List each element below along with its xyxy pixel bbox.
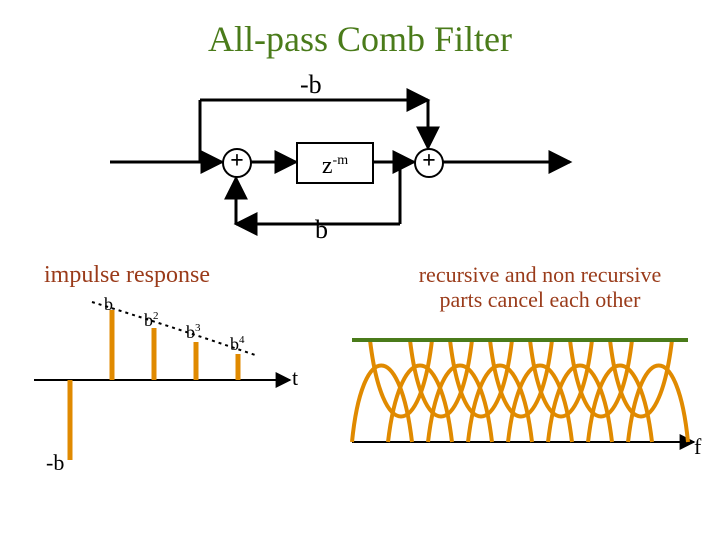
sum-node-output: + <box>414 148 444 178</box>
time-axis-label: t <box>292 365 298 391</box>
feedforward-gain-label: -b <box>300 70 322 100</box>
freq-caption-line1: recursive and non recursive <box>419 262 662 287</box>
impulse-label-b2: b2 <box>144 310 159 331</box>
neg-b-label: -b <box>46 450 64 476</box>
impulse-response-title: impulse response <box>44 262 210 289</box>
page-title: All-pass Comb Filter <box>0 18 720 60</box>
freq-caption: recursive and non recursive parts cancel… <box>390 262 690 313</box>
delay-base: z <box>322 153 333 179</box>
impulse-label-b4: b4 <box>230 334 245 355</box>
freq-caption-line2: parts cancel each other <box>440 287 641 312</box>
impulse-label-b: b <box>104 294 113 315</box>
freq-axis-label: f <box>694 434 701 460</box>
sum-node-input: + <box>222 148 252 178</box>
feedback-gain-label: b <box>315 215 328 245</box>
delay-exp: -m <box>333 153 349 168</box>
impulse-label-b3: b3 <box>186 322 201 343</box>
delay-block: z-m <box>296 142 374 184</box>
